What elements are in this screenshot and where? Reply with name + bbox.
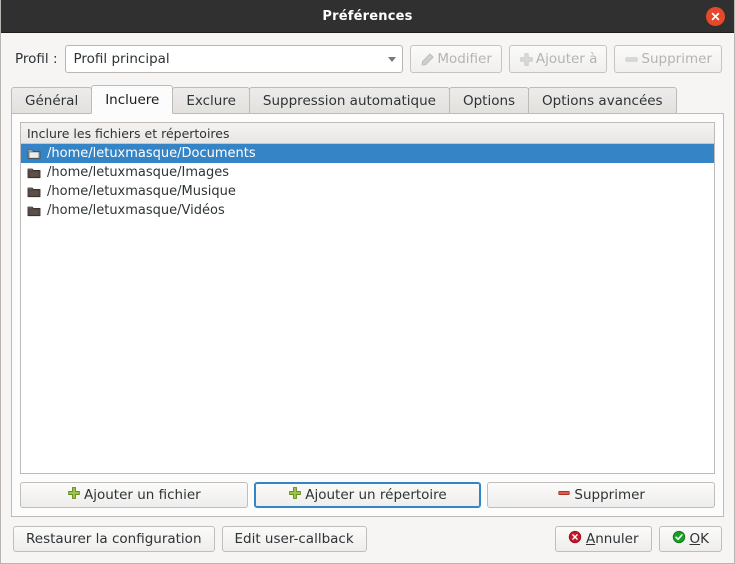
error-circle-icon (568, 530, 582, 548)
tab-exclure[interactable]: Exclure (172, 87, 250, 114)
restore-configuration-button[interactable]: Restaurer la configuration (13, 526, 215, 552)
profile-combobox-value: Profil principal (73, 51, 170, 67)
supprimer-profile-button[interactable]: Supprimer (614, 45, 722, 73)
list-item-path: /home/letuxmasque/Musique (47, 184, 236, 199)
list-item[interactable]: /home/letuxmasque/Documents (21, 144, 714, 163)
tab-options-avancees[interactable]: Options avancées (528, 87, 677, 114)
folder-icon (27, 204, 41, 217)
tab-options[interactable]: Options (448, 87, 530, 114)
chevron-down-icon (388, 56, 397, 62)
tab-bar: Général Incluere Exclure Suppression aut… (1, 85, 734, 114)
check-circle-icon (672, 530, 686, 548)
remove-entry-button-label: Supprimer (574, 487, 645, 503)
list-item[interactable]: /home/letuxmasque/Vidéos (21, 201, 714, 220)
ok-button[interactable]: OK (658, 526, 722, 552)
close-icon[interactable] (706, 7, 725, 26)
profile-label: Profil : (15, 51, 58, 67)
ok-button-label: OK (690, 531, 710, 547)
ajouter-a-button-label: Ajouter à (535, 51, 598, 67)
restore-configuration-button-label: Restaurer la configuration (26, 531, 202, 547)
supprimer-profile-button-label: Supprimer (641, 51, 712, 67)
pencil-icon (420, 52, 435, 67)
cancel-mnemonic: A (585, 531, 596, 547)
tab-inclure[interactable]: Incluere (91, 85, 174, 114)
ajouter-a-button[interactable]: Ajouter à (508, 45, 608, 73)
plus-icon (288, 486, 302, 504)
list-item-path: /home/letuxmasque/Documents (47, 146, 256, 161)
edit-user-callback-button-label: Edit user-callback (234, 531, 354, 547)
add-directory-button[interactable]: Ajouter un répertoire (253, 482, 482, 508)
add-file-button-label: Ajouter un fichier (83, 487, 201, 503)
profile-combobox[interactable]: Profil principal (64, 45, 404, 73)
list-item-path: /home/letuxmasque/Vidéos (47, 203, 225, 218)
minus-icon (557, 486, 571, 504)
include-list-header[interactable]: Inclure les fichiers et répertoires (21, 123, 714, 144)
preferences-dialog: Préférences Profil : Profil principal Mo… (0, 0, 735, 564)
cancel-button[interactable]: Annuler (554, 526, 652, 552)
cancel-button-label: Annuler (586, 531, 639, 547)
tab-general[interactable]: Général (11, 87, 93, 114)
modifier-button-label: Modifier (437, 51, 492, 67)
cancel-rest: nnuler (595, 531, 639, 547)
list-item-path: /home/letuxmasque/Images (47, 165, 230, 180)
plus-icon (67, 486, 81, 504)
profile-row: Profil : Profil principal Modifier Ajout… (1, 33, 734, 75)
minus-icon (624, 52, 639, 67)
modifier-button[interactable]: Modifier (410, 45, 502, 73)
edit-user-callback-button[interactable]: Edit user-callback (221, 526, 367, 552)
dialog-footer: Restaurer la configuration Edit user-cal… (1, 517, 734, 552)
tab-panel-inclure: Inclure les fichiers et répertoires /hom… (11, 114, 724, 517)
list-item[interactable]: /home/letuxmasque/Musique (21, 182, 714, 201)
folder-icon (27, 147, 41, 160)
include-list: Inclure les fichiers et répertoires /hom… (20, 122, 715, 474)
ok-rest: K (700, 531, 709, 547)
add-directory-button-label: Ajouter un répertoire (305, 487, 447, 503)
window-title: Préférences (322, 8, 413, 24)
folder-icon (27, 185, 41, 198)
remove-entry-button[interactable]: Supprimer (487, 482, 716, 508)
include-list-body[interactable]: /home/letuxmasque/Documents /home/letuxm… (21, 144, 714, 473)
list-action-row: Ajouter un fichier Ajouter un répertoire… (20, 482, 716, 508)
folder-icon (27, 166, 41, 179)
ok-mnemonic: O (689, 531, 701, 547)
list-item[interactable]: /home/letuxmasque/Images (21, 163, 714, 182)
titlebar: Préférences (1, 0, 734, 33)
plus-icon (519, 52, 534, 67)
add-file-button[interactable]: Ajouter un fichier (20, 482, 248, 508)
tab-suppression-automatique[interactable]: Suppression automatique (248, 87, 450, 114)
